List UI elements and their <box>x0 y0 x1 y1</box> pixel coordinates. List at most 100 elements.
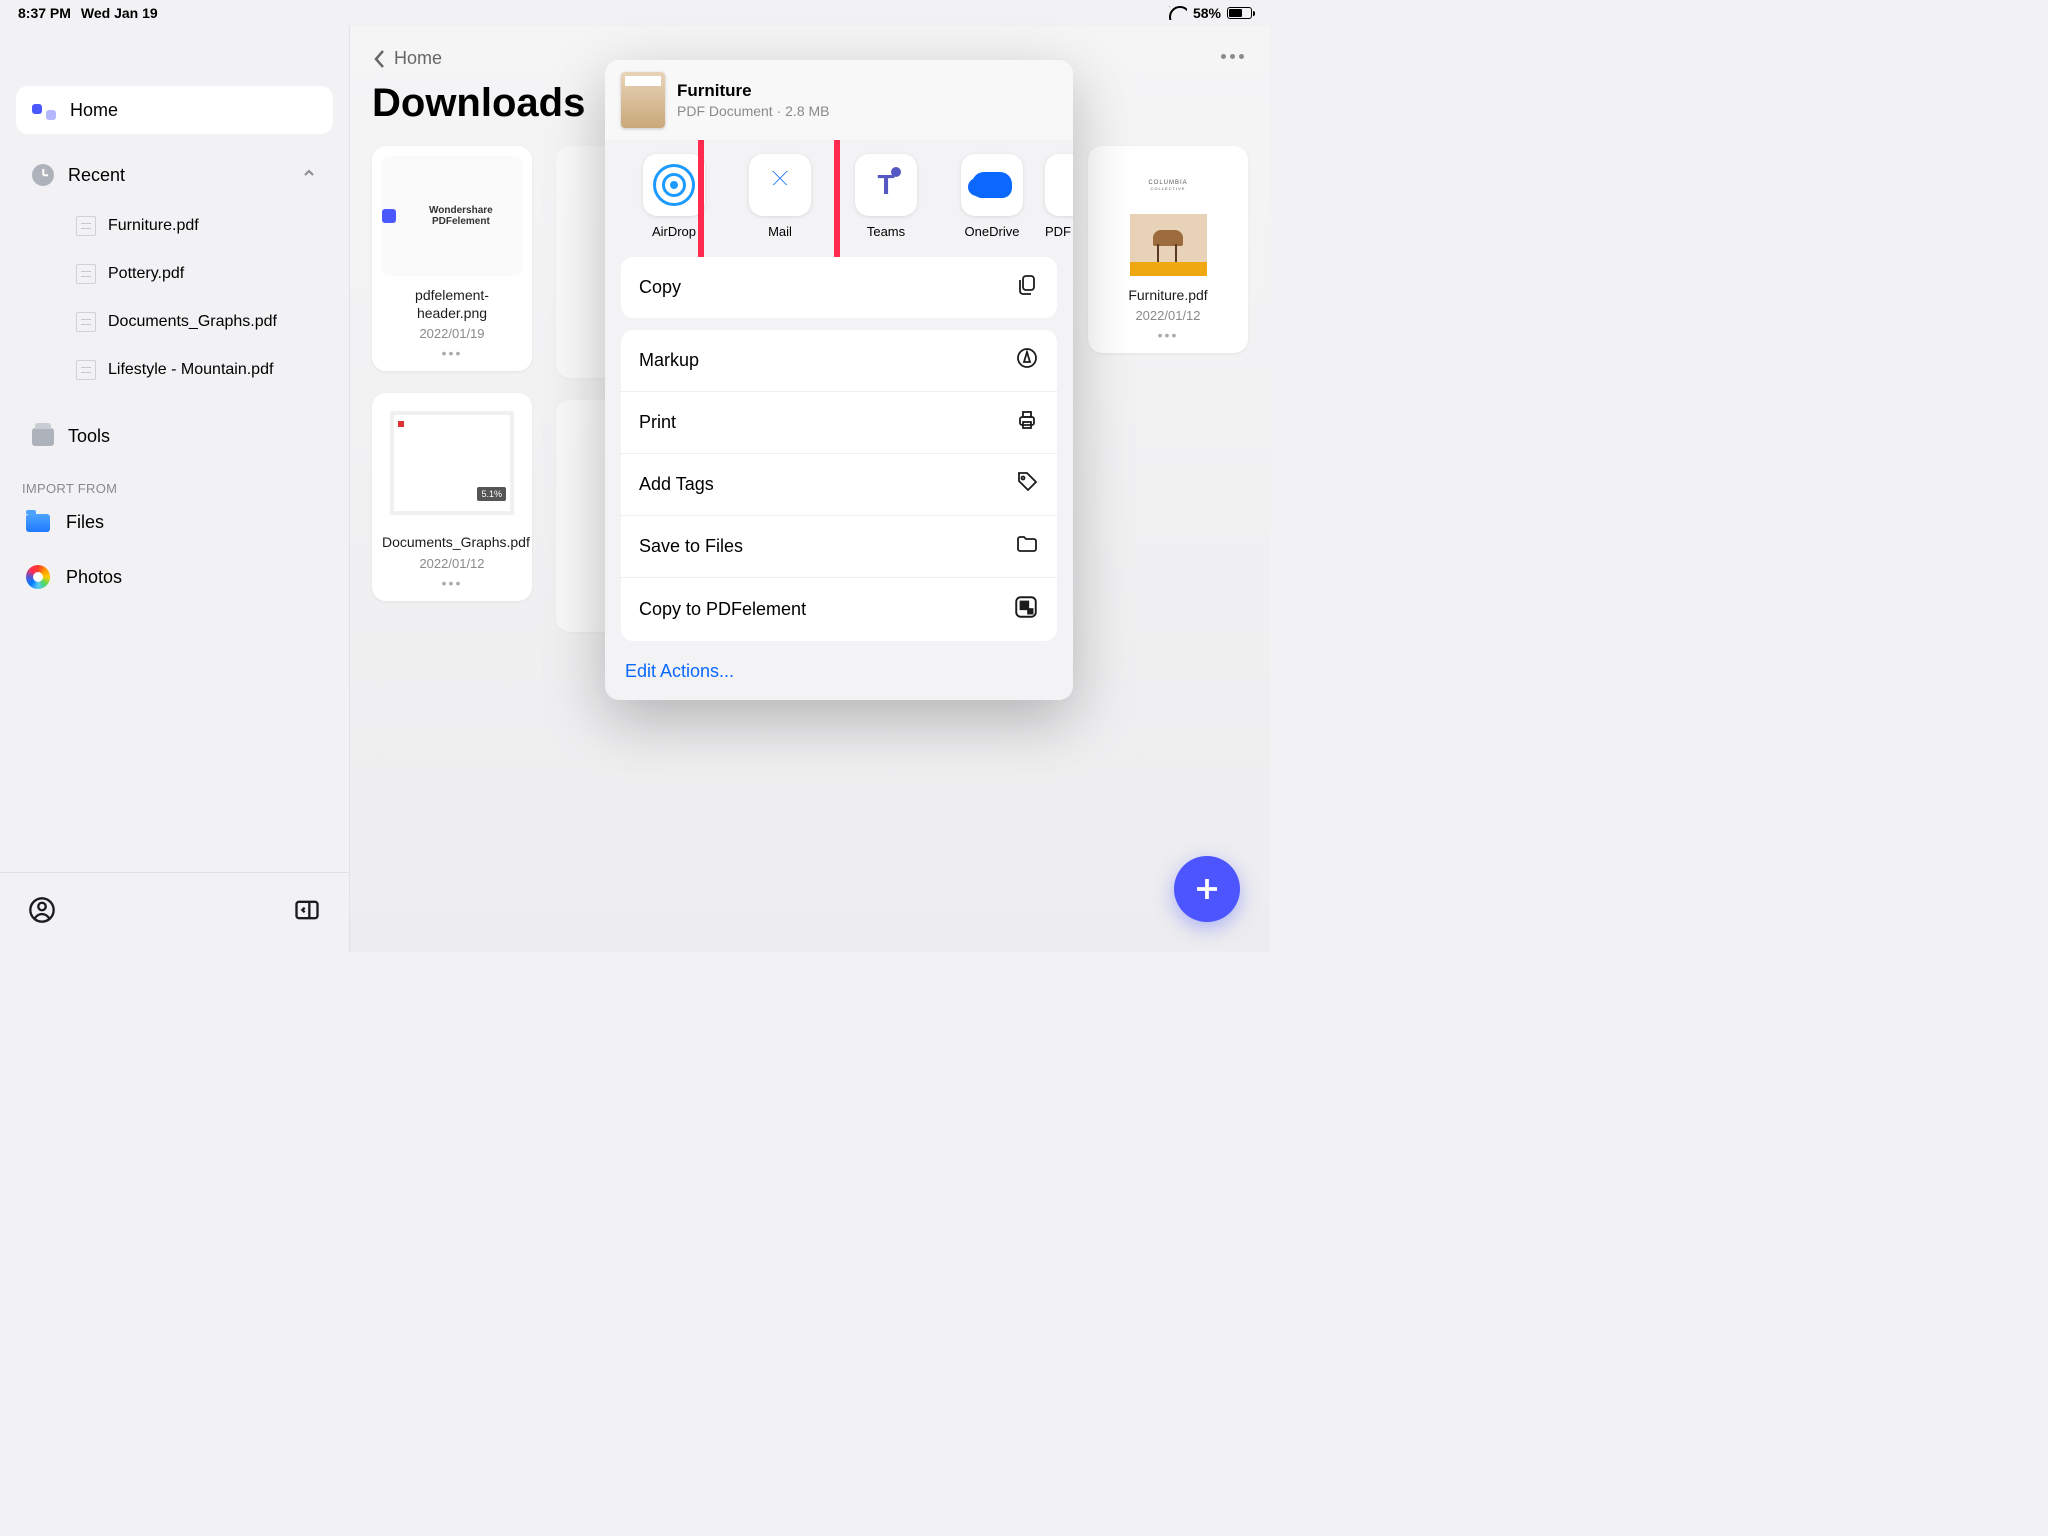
action-label: Copy <box>639 277 681 298</box>
action-label: Add Tags <box>639 474 714 495</box>
recent-file-label: Lifestyle - Mountain.pdf <box>108 361 273 379</box>
markup-icon <box>1015 346 1039 375</box>
share-app-mail[interactable]: Mail <box>727 154 833 239</box>
more-menu-button[interactable] <box>1221 54 1244 59</box>
share-app-label: Teams <box>833 224 939 239</box>
sidebar-item-home[interactable]: Home <box>16 86 333 134</box>
battery-icon <box>1227 7 1252 19</box>
file-card-name: Furniture.pdf <box>1098 286 1238 304</box>
home-icon <box>32 98 56 122</box>
share-app-label: AirDrop <box>621 224 727 239</box>
file-card[interactable]: COLUMBIACOLLECTIVE Furniture.pdf 2022/01… <box>1088 146 1248 353</box>
recent-file-item[interactable]: Pottery.pdf <box>76 250 333 298</box>
recent-file-item[interactable]: Documents_Graphs.pdf <box>76 298 333 346</box>
import-files[interactable]: Files <box>16 496 333 549</box>
share-app-row[interactable]: AirDrop Mail T Teams OneDrive PDF <box>605 140 1073 257</box>
folder-icon <box>26 514 50 532</box>
file-thumb <box>382 403 522 523</box>
file-card[interactable]: Documents_Graphs.pdf 2022/01/12 ••• <box>372 393 532 600</box>
onedrive-icon <box>972 172 1012 198</box>
file-card-more[interactable]: ••• <box>1098 327 1238 343</box>
photos-icon <box>26 565 50 589</box>
thumb-label: Wondershare PDFelement <box>400 205 522 227</box>
import-photos-label: Photos <box>66 567 122 588</box>
recent-file-label: Furniture.pdf <box>108 217 199 235</box>
print-icon <box>1015 408 1039 437</box>
file-card-name: pdfelement-header.png <box>382 286 522 322</box>
teams-icon: T <box>877 169 894 201</box>
share-action-copy-pdfelement[interactable]: Copy to PDFelement <box>621 578 1057 641</box>
plus-icon <box>1192 874 1222 904</box>
recent-file-label: Documents_Graphs.pdf <box>108 313 277 331</box>
share-file-subtitle: PDF Document · 2.8 MB <box>677 103 830 119</box>
airdrop-icon <box>653 164 695 206</box>
edit-actions-button[interactable]: Edit Actions... <box>605 647 1073 700</box>
recent-file-item[interactable]: Lifestyle - Mountain.pdf <box>76 346 333 394</box>
chevron-left-icon <box>372 49 388 69</box>
sidebar-recent-label: Recent <box>68 165 125 186</box>
pdf-app-icon <box>1045 154 1073 216</box>
sidebar-tools-label: Tools <box>68 426 110 447</box>
share-app-pdf[interactable]: PDF <box>1045 154 1073 239</box>
share-action-addtags[interactable]: Add Tags <box>621 454 1057 516</box>
sidebar-home-label: Home <box>70 100 118 121</box>
file-card-more[interactable]: ••• <box>382 345 522 361</box>
action-label: Print <box>639 412 676 433</box>
wifi-icon <box>1169 6 1187 20</box>
toolbox-icon <box>32 428 54 446</box>
import-photos[interactable]: Photos <box>16 549 333 605</box>
sidebar-toggle-icon[interactable] <box>293 896 321 929</box>
file-icon <box>76 360 96 380</box>
pdfelement-icon <box>1013 594 1039 625</box>
file-thumb: Wondershare PDFelement <box>382 156 522 276</box>
file-icon <box>76 312 96 332</box>
share-action-copy-group: Copy <box>621 257 1057 318</box>
share-action-savefiles[interactable]: Save to Files <box>621 516 1057 578</box>
thumb-sub: COLLECTIVE <box>1151 186 1186 191</box>
share-file-thumb <box>621 72 665 128</box>
file-card-more[interactable]: ••• <box>382 575 522 591</box>
clock-icon <box>32 164 54 186</box>
mail-icon <box>749 154 811 216</box>
import-files-label: Files <box>66 512 104 533</box>
status-time: 8:37 PM <box>18 5 71 21</box>
action-label: Copy to PDFelement <box>639 599 806 620</box>
file-card-date: 2022/01/19 <box>382 326 522 341</box>
tag-icon <box>1015 470 1039 499</box>
recent-file-label: Pottery.pdf <box>108 265 184 283</box>
sidebar-item-tools[interactable]: Tools <box>16 414 333 459</box>
import-from-label: IMPORT FROM <box>22 481 333 496</box>
share-app-teams[interactable]: T Teams <box>833 154 939 239</box>
share-action-group: Markup Print Add Tags Save to Files Copy… <box>621 330 1057 641</box>
copy-icon <box>1015 273 1039 302</box>
recent-file-item[interactable]: Furniture.pdf <box>76 202 333 250</box>
share-app-airdrop[interactable]: AirDrop <box>621 154 727 239</box>
share-action-copy[interactable]: Copy <box>621 257 1057 318</box>
file-card-name: Documents_Graphs.pdf <box>382 533 522 551</box>
sidebar-item-recent[interactable]: Recent <box>16 152 333 198</box>
share-app-label: PDF <box>1045 224 1073 239</box>
file-thumb: COLUMBIACOLLECTIVE <box>1098 156 1238 276</box>
file-icon <box>76 216 96 236</box>
share-app-label: Mail <box>727 224 833 239</box>
chevron-down-icon <box>301 165 317 186</box>
file-card-date: 2022/01/12 <box>1098 308 1238 323</box>
share-file-title: Furniture <box>677 81 830 101</box>
status-bar: 8:37 PM Wed Jan 19 58% <box>0 0 1270 26</box>
action-label: Markup <box>639 350 699 371</box>
share-action-markup[interactable]: Markup <box>621 330 1057 392</box>
add-button[interactable] <box>1174 856 1240 922</box>
folder-icon <box>1015 532 1039 561</box>
file-card[interactable]: Wondershare PDFelement pdfelement-header… <box>372 146 532 371</box>
status-date: Wed Jan 19 <box>81 5 158 21</box>
back-label: Home <box>394 48 442 69</box>
battery-percent: 58% <box>1193 5 1221 21</box>
share-header: Furniture PDF Document · 2.8 MB <box>605 60 1073 140</box>
share-sheet: Furniture PDF Document · 2.8 MB AirDrop … <box>605 60 1073 700</box>
action-label: Save to Files <box>639 536 743 557</box>
share-app-label: OneDrive <box>939 224 1045 239</box>
share-action-print[interactable]: Print <box>621 392 1057 454</box>
share-app-onedrive[interactable]: OneDrive <box>939 154 1045 239</box>
account-icon[interactable] <box>28 896 56 929</box>
file-card-date: 2022/01/12 <box>382 556 522 571</box>
